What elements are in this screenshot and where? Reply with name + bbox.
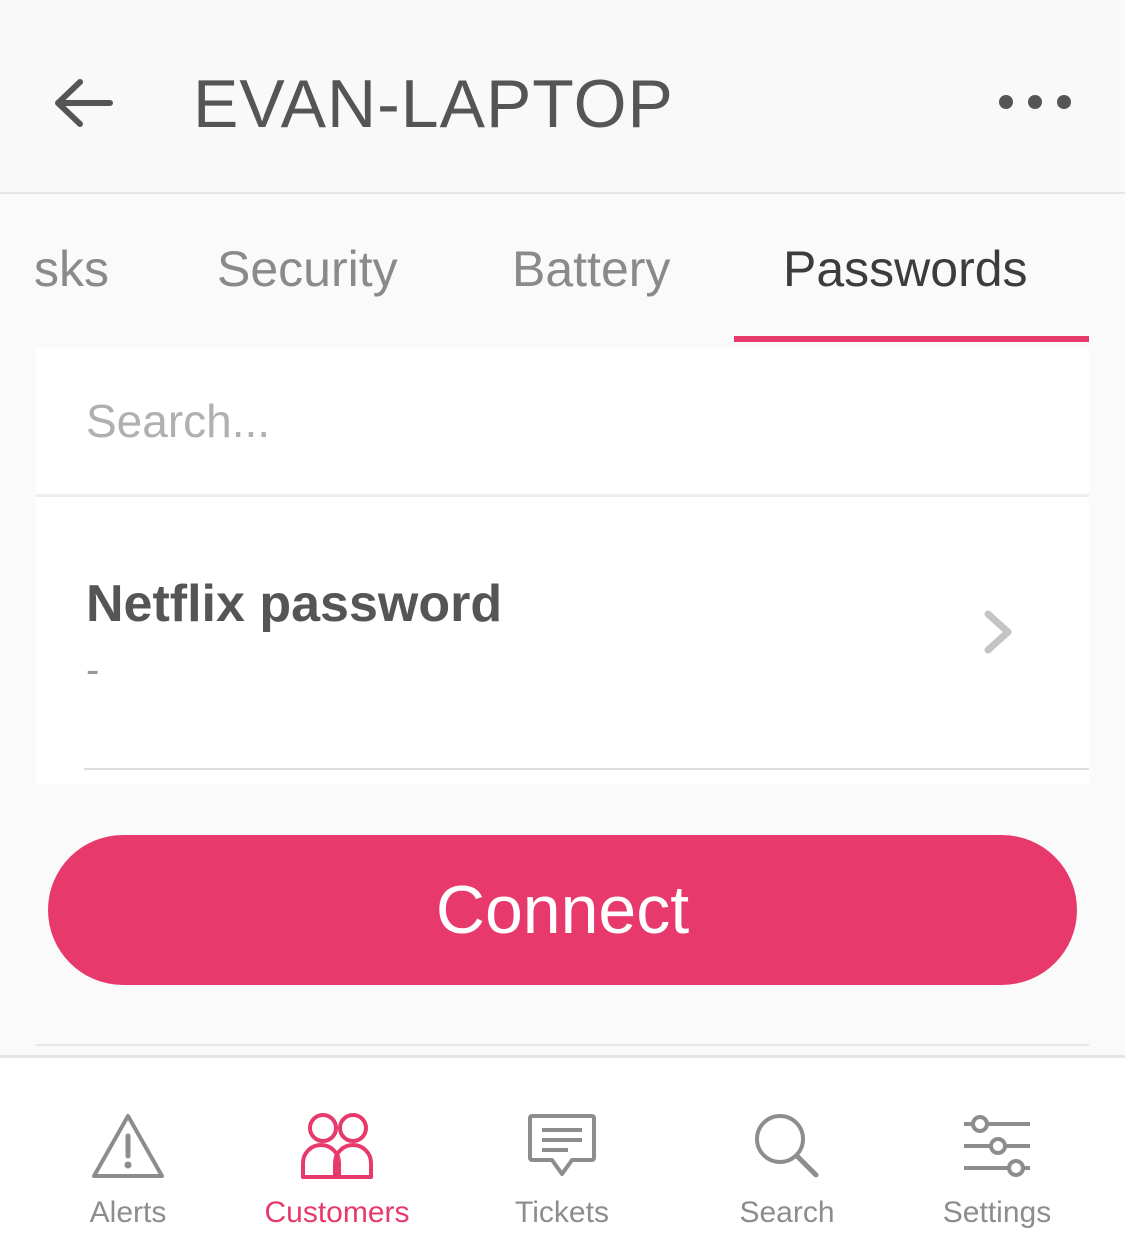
nav-label: Tickets [515,1196,609,1229]
divider [36,1044,1089,1046]
nav-tickets[interactable]: Tickets [497,1058,627,1242]
tab-bar: sks Security Battery Passwords [0,196,1125,346]
nav-customers[interactable]: Customers [247,1058,427,1242]
active-tab-indicator [734,336,1089,342]
nav-settings[interactable]: Settings [932,1058,1062,1242]
chevron-right-icon [984,610,1012,654]
divider [84,768,1089,770]
nav-label: Search [739,1196,835,1229]
password-subtitle: - [86,648,100,692]
arrow-left-icon [55,79,113,127]
search-input[interactable] [36,348,1089,494]
nav-label: Customers [264,1196,410,1229]
tab-passwords[interactable]: Passwords [783,234,1028,304]
back-button[interactable] [50,72,116,134]
nav-search[interactable]: Search [727,1058,847,1242]
passwords-card: Netflix password - [36,348,1089,784]
message-icon [528,1114,596,1176]
tab-tasks[interactable]: sks [34,234,109,304]
tab-security[interactable]: Security [217,234,398,304]
sliders-icon [964,1115,1030,1177]
users-icon [301,1113,373,1179]
page-title: EVAN-LAPTOP [193,66,674,142]
more-options-button[interactable] [990,84,1080,120]
search-icon [755,1114,819,1178]
nav-label: Settings [942,1196,1052,1229]
connect-button[interactable]: Connect [48,835,1077,985]
nav-label: Alerts [89,1196,167,1229]
bottom-navigation: Alerts Customers Tickets Search Settings [0,1055,1125,1242]
more-horizontal-icon [999,95,1071,109]
nav-alerts[interactable]: Alerts [68,1058,188,1242]
warning-icon [92,1114,164,1178]
password-title: Netflix password [86,575,503,633]
divider [36,494,1089,497]
top-app-bar: EVAN-LAPTOP [0,0,1125,194]
tab-battery[interactable]: Battery [512,234,670,304]
list-item[interactable]: Netflix password - [36,498,1089,770]
